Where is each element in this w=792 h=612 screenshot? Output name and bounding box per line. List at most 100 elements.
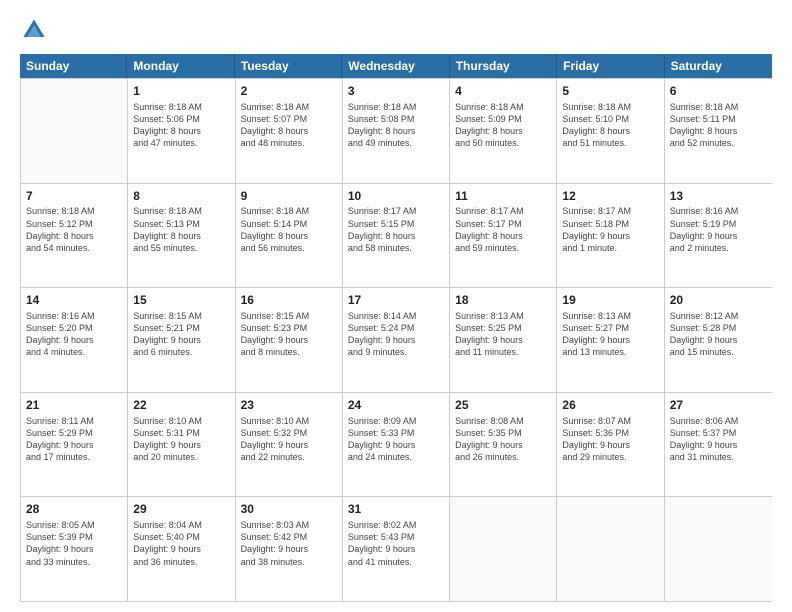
daylight-text2: and 36 minutes. xyxy=(133,556,229,568)
daylight-text: Daylight: 8 hours xyxy=(241,125,337,137)
daylight-text: Daylight: 9 hours xyxy=(241,334,337,346)
logo-icon xyxy=(20,16,48,44)
daylight-text2: and 29 minutes. xyxy=(562,451,658,463)
sunset-text: Sunset: 5:25 PM xyxy=(455,322,551,334)
calendar-cell: 5Sunrise: 8:18 AMSunset: 5:10 PMDaylight… xyxy=(557,79,664,183)
sunrise-text: Sunrise: 8:18 AM xyxy=(133,101,229,113)
daylight-text: Daylight: 9 hours xyxy=(562,439,658,451)
sunset-text: Sunset: 5:35 PM xyxy=(455,427,551,439)
daylight-text: Daylight: 9 hours xyxy=(670,230,767,242)
calendar-cell: 19Sunrise: 8:13 AMSunset: 5:27 PMDayligh… xyxy=(557,288,664,392)
calendar-cell: 14Sunrise: 8:16 AMSunset: 5:20 PMDayligh… xyxy=(21,288,128,392)
day-number: 19 xyxy=(562,292,658,309)
daylight-text2: and 55 minutes. xyxy=(133,242,229,254)
calendar-row: 21Sunrise: 8:11 AMSunset: 5:29 PMDayligh… xyxy=(21,392,772,497)
daylight-text2: and 9 minutes. xyxy=(348,346,444,358)
calendar-cell xyxy=(665,497,772,601)
daylight-text2: and 58 minutes. xyxy=(348,242,444,254)
daylight-text2: and 51 minutes. xyxy=(562,137,658,149)
daylight-text: Daylight: 9 hours xyxy=(455,334,551,346)
daylight-text2: and 17 minutes. xyxy=(26,451,122,463)
daylight-text2: and 11 minutes. xyxy=(455,346,551,358)
calendar-cell: 1Sunrise: 8:18 AMSunset: 5:06 PMDaylight… xyxy=(128,79,235,183)
daylight-text2: and 41 minutes. xyxy=(348,556,444,568)
daylight-text2: and 31 minutes. xyxy=(670,451,767,463)
calendar-cell: 26Sunrise: 8:07 AMSunset: 5:36 PMDayligh… xyxy=(557,393,664,497)
sunrise-text: Sunrise: 8:18 AM xyxy=(348,101,444,113)
sunset-text: Sunset: 5:36 PM xyxy=(562,427,658,439)
header xyxy=(20,16,772,44)
daylight-text2: and 54 minutes. xyxy=(26,242,122,254)
calendar-cell: 2Sunrise: 8:18 AMSunset: 5:07 PMDaylight… xyxy=(236,79,343,183)
daylight-text2: and 20 minutes. xyxy=(133,451,229,463)
daylight-text2: and 13 minutes. xyxy=(562,346,658,358)
daylight-text: Daylight: 9 hours xyxy=(562,230,658,242)
day-number: 28 xyxy=(26,501,122,518)
calendar-cell: 11Sunrise: 8:17 AMSunset: 5:17 PMDayligh… xyxy=(450,184,557,288)
day-number: 27 xyxy=(670,397,767,414)
sunrise-text: Sunrise: 8:17 AM xyxy=(455,205,551,217)
daylight-text2: and 47 minutes. xyxy=(133,137,229,149)
day-number: 14 xyxy=(26,292,122,309)
sunrise-text: Sunrise: 8:15 AM xyxy=(241,310,337,322)
day-number: 21 xyxy=(26,397,122,414)
calendar-cell: 24Sunrise: 8:09 AMSunset: 5:33 PMDayligh… xyxy=(343,393,450,497)
weekday-header: Sunday xyxy=(20,54,127,78)
calendar-cell xyxy=(557,497,664,601)
daylight-text2: and 8 minutes. xyxy=(241,346,337,358)
sunrise-text: Sunrise: 8:18 AM xyxy=(670,101,767,113)
sunrise-text: Sunrise: 8:17 AM xyxy=(348,205,444,217)
sunset-text: Sunset: 5:39 PM xyxy=(26,531,122,543)
daylight-text: Daylight: 9 hours xyxy=(133,334,229,346)
sunrise-text: Sunrise: 8:10 AM xyxy=(241,415,337,427)
calendar-row: 28Sunrise: 8:05 AMSunset: 5:39 PM Dayligh… xyxy=(21,496,772,601)
calendar-cell: 27Sunrise: 8:06 AMSunset: 5:37 PMDayligh… xyxy=(665,393,772,497)
calendar-cell: 25Sunrise: 8:08 AMSunset: 5:35 PMDayligh… xyxy=(450,393,557,497)
day-number: 29 xyxy=(133,501,229,518)
calendar-cell: 20Sunrise: 8:12 AMSunset: 5:28 PMDayligh… xyxy=(665,288,772,392)
sunrise-text: Sunrise: 8:16 AM xyxy=(26,310,122,322)
day-number: 10 xyxy=(348,188,444,205)
sunrise-text: Sunrise: 8:16 AM xyxy=(670,205,767,217)
daylight-text: Daylight: 8 hours xyxy=(348,230,444,242)
sunrise-text: Sunrise: 8:18 AM xyxy=(562,101,658,113)
calendar-cell: 6Sunrise: 8:18 AMSunset: 5:11 PMDaylight… xyxy=(665,79,772,183)
sunset-text: Sunset: 5:13 PM xyxy=(133,218,229,230)
sunset-text: Sunset: 5:23 PM xyxy=(241,322,337,334)
daylight-text: Daylight: 8 hours xyxy=(670,125,767,137)
daylight-text: Daylight: 9 hours xyxy=(562,334,658,346)
calendar-header: SundayMondayTuesdayWednesdayThursdayFrid… xyxy=(20,54,772,78)
logo xyxy=(20,16,52,44)
sunset-text: Sunset: 5:20 PM xyxy=(26,322,122,334)
day-number: 7 xyxy=(26,188,122,205)
day-number: 16 xyxy=(241,292,337,309)
daylight-text: Daylight: 8 hours xyxy=(241,230,337,242)
sunset-text: Sunset: 5:32 PM xyxy=(241,427,337,439)
calendar-cell: 8Sunrise: 8:18 AMSunset: 5:13 PMDaylight… xyxy=(128,184,235,288)
daylight-text2: and 26 minutes. xyxy=(455,451,551,463)
weekday-header: Friday xyxy=(557,54,664,78)
sunrise-text: Sunrise: 8:05 AM xyxy=(26,519,122,531)
day-number: 15 xyxy=(133,292,229,309)
calendar-cell: 17Sunrise: 8:14 AMSunset: 5:24 PMDayligh… xyxy=(343,288,450,392)
sunrise-text: Sunrise: 8:13 AM xyxy=(562,310,658,322)
daylight-text2: and 22 minutes. xyxy=(241,451,337,463)
daylight-text: Daylight: 8 hours xyxy=(26,230,122,242)
daylight-text2: and 56 minutes. xyxy=(241,242,337,254)
sunrise-text: Sunrise: 8:06 AM xyxy=(670,415,767,427)
calendar-cell xyxy=(21,79,128,183)
sunrise-text: Sunrise: 8:10 AM xyxy=(133,415,229,427)
calendar-cell: 9Sunrise: 8:18 AMSunset: 5:14 PMDaylight… xyxy=(236,184,343,288)
day-number: 18 xyxy=(455,292,551,309)
sunrise-text: Sunrise: 8:18 AM xyxy=(455,101,551,113)
day-number: 26 xyxy=(562,397,658,414)
calendar-cell: 30Sunrise: 8:03 AMSunset: 5:42 PMDayligh… xyxy=(236,497,343,601)
daylight-text: Daylight: 8 hours xyxy=(348,125,444,137)
day-number: 31 xyxy=(348,501,444,518)
sunrise-text: Sunrise: 8:12 AM xyxy=(670,310,767,322)
calendar-row: 1Sunrise: 8:18 AMSunset: 5:06 PMDaylight… xyxy=(21,78,772,183)
calendar-cell: 16Sunrise: 8:15 AMSunset: 5:23 PMDayligh… xyxy=(236,288,343,392)
sunset-text: Sunset: 5:43 PM xyxy=(348,531,444,543)
day-number: 22 xyxy=(133,397,229,414)
daylight-text: Daylight: 9 hours xyxy=(241,543,337,555)
